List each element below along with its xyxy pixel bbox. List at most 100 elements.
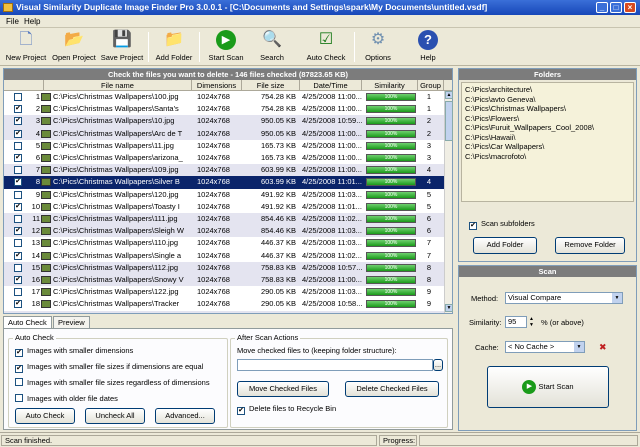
table-row[interactable]: ✔ 18 C:\Pics\Christmas Wallpapers\Tracker 1… — [4, 298, 444, 310]
checkbox[interactable]: ✔ — [469, 222, 477, 230]
row-checkbox[interactable] — [14, 166, 22, 175]
table-row[interactable]: 9 C:\Pics\Christmas Wallpapers\120.jpg 102… — [4, 189, 444, 201]
table-row[interactable]: 5 C:\Pics\Christmas Wallpapers\11.jpg 1024… — [4, 140, 444, 152]
checkbox[interactable]: ✔ — [15, 349, 23, 357]
row-checkbox[interactable] — [14, 215, 22, 223]
column-date-time[interactable]: Date/Time — [300, 80, 362, 91]
row-checkbox[interactable]: ✔ — [14, 276, 22, 284]
row-checkbox[interactable]: ✔ — [14, 300, 22, 309]
folder-item[interactable]: C:\Pics\Hawaii\ — [465, 133, 515, 142]
cache-dropdown[interactable]: < No Cache > ▼ — [505, 341, 585, 353]
tab-preview[interactable]: Preview — [53, 316, 90, 328]
row-checkbox[interactable]: ✔ — [14, 105, 22, 114]
column-dimensions[interactable]: Dimensions — [192, 80, 242, 91]
folder-item[interactable]: C:\Pics\avto Geneva\ — [465, 95, 535, 104]
option-smaller-size-equal-dims[interactable]: ✔ Images with smaller file sizes if dimen… — [15, 362, 203, 373]
column-group[interactable]: Group — [418, 80, 444, 91]
column-file-size[interactable]: File size — [242, 80, 300, 91]
list-scrollbar[interactable]: ▲ ▼ — [444, 91, 453, 313]
advanced-button[interactable]: Advanced... — [155, 408, 215, 424]
row-checkbox[interactable]: ✔ — [14, 117, 22, 126]
table-row[interactable]: ✔ 4 C:\Pics\Christmas Wallpapers\Arc de T 1… — [4, 127, 444, 140]
add-folder-panel-button[interactable]: Add Folder — [473, 237, 537, 254]
start-scan-button[interactable]: ▶ Start Scan — [204, 29, 248, 65]
row-checkbox[interactable]: ✔ — [14, 154, 22, 162]
table-row[interactable]: 15 C:\Pics\Christmas Wallpapers\112.jpg 10… — [4, 261, 444, 274]
table-row[interactable]: ✔ 6 C:\Pics\Christmas Wallpapers\arizona_ 1… — [4, 152, 444, 164]
table-row[interactable]: 19 C:\Pics\Christmas Wallpapers\113.jpg 10… — [4, 310, 444, 313]
method-dropdown[interactable]: Visual Compare ▼ — [505, 292, 623, 304]
column-checkbox[interactable] — [4, 80, 44, 91]
table-row[interactable]: 11 C:\Pics\Christmas Wallpapers\111.jpg 10… — [4, 213, 444, 226]
table-row[interactable]: ✔ 14 C:\Pics\Christmas Wallpapers\Single a… — [4, 250, 444, 262]
save-project-button[interactable]: 💾 Save Project — [99, 29, 145, 65]
scan-subfolders-option[interactable]: ✔ Scan subfolders — [469, 219, 535, 230]
row-checkbox[interactable]: ✔ — [14, 251, 22, 260]
row-checkbox[interactable]: ✔ — [14, 178, 22, 187]
search-button[interactable]: 🔍 Search — [254, 29, 290, 65]
date-cell: 4/25/2008 11:02... — [302, 250, 362, 260]
table-row[interactable]: ✔ 2 C:\Pics\Christmas Wallpapers\Santa's 10… — [4, 103, 444, 115]
table-row[interactable]: 17 C:\Pics\Christmas Wallpapers\122.jpg 10… — [4, 286, 444, 298]
folder-item[interactable]: C:\Pics\macrofoto\ — [465, 152, 526, 161]
delete-checked-files-button[interactable]: Delete Checked Files — [345, 381, 439, 397]
uncheck-all-button[interactable]: Uncheck All — [85, 408, 145, 424]
move-checked-files-button[interactable]: Move Checked Files — [237, 381, 329, 397]
row-checkbox[interactable] — [14, 263, 22, 272]
table-row[interactable]: ✔ 12 C:\Pics\Christmas Wallpapers\Sleigh W… — [4, 225, 444, 238]
scroll-up-arrow[interactable]: ▲ — [445, 91, 453, 99]
table-row[interactable]: 1 C:\Pics\Christmas Wallpapers\100.jpg 102… — [4, 91, 444, 103]
table-row[interactable]: ✔ 8 C:\Pics\Christmas Wallpapers\Silver B 1… — [4, 176, 444, 189]
table-row[interactable]: 7 C:\Pics\Christmas Wallpapers\109.jpg 102… — [4, 164, 444, 177]
option-older-dates[interactable]: Images with older file dates — [15, 394, 118, 404]
maximize-button[interactable]: □ — [610, 2, 622, 13]
row-checkbox[interactable]: ✔ — [14, 129, 22, 138]
move-destination-field[interactable] — [237, 359, 433, 371]
folder-list[interactable]: C:\Pics\architecture\ C:\Pics\avto Geneva… — [461, 82, 634, 202]
close-button[interactable]: × — [624, 2, 636, 13]
menu-help[interactable]: Help — [21, 16, 43, 27]
add-folder-button[interactable]: 📁 Add Folder — [152, 29, 196, 65]
column-similarity[interactable]: Similarity — [362, 80, 418, 91]
auto-check-run-button[interactable]: Auto Check — [15, 408, 75, 424]
checkbox[interactable]: ✔ — [237, 407, 245, 415]
row-checkbox[interactable] — [14, 239, 22, 248]
browse-button[interactable]: ... — [433, 359, 443, 371]
recycle-bin-option[interactable]: ✔ Delete files to Recycle Bin — [237, 404, 336, 415]
minimize-button[interactable]: _ — [596, 2, 608, 13]
row-checkbox[interactable] — [14, 288, 22, 297]
folder-item[interactable]: C:\Pics\architecture\ — [465, 85, 532, 94]
auto-check-button[interactable]: ☑ Auto Check — [303, 29, 349, 65]
folder-item[interactable]: C:\Pics\Furuit_Wallpapers_Cool_2008\ — [465, 123, 594, 132]
table-row[interactable]: ✔ 3 C:\Pics\Christmas Wallpapers\10.jpg 102… — [4, 115, 444, 128]
scroll-thumb[interactable] — [445, 101, 453, 141]
clear-cache-icon[interactable]: ✖ — [599, 342, 607, 352]
option-smaller-size-any-dims[interactable]: Images with smaller file sizes regardles… — [15, 378, 210, 388]
row-checkbox[interactable]: ✔ — [14, 202, 22, 211]
checkbox[interactable]: ✔ — [15, 365, 23, 373]
option-smaller-dimensions[interactable]: ✔ Images with smaller dimensions — [15, 346, 133, 357]
similarity-stepper[interactable]: 95 — [505, 316, 527, 328]
scroll-down-arrow[interactable]: ▼ — [445, 304, 453, 312]
table-row[interactable]: ✔ 16 C:\Pics\Christmas Wallpapers\Snowy V 1… — [4, 274, 444, 287]
remove-folder-button[interactable]: Remove Folder — [555, 237, 625, 254]
checkbox[interactable] — [15, 394, 23, 402]
checkbox[interactable] — [15, 378, 23, 386]
new-project-button[interactable]: 🗋 New Project — [3, 29, 49, 65]
folder-item[interactable]: C:\Pics\Flowers\ — [465, 114, 519, 123]
start-scan-panel-button[interactable]: ▶ Start Scan — [487, 366, 609, 408]
help-button[interactable]: ? Help — [410, 29, 446, 65]
spinner-arrows-icon[interactable]: ▲ ▼ — [529, 316, 534, 328]
table-row[interactable]: 13 C:\Pics\Christmas Wallpapers\110.jpg 10… — [4, 237, 444, 249]
row-checkbox[interactable] — [14, 141, 22, 150]
options-button[interactable]: ⚙ Options — [360, 29, 396, 65]
row-checkbox[interactable]: ✔ — [14, 227, 22, 236]
column-file-name[interactable]: File name — [44, 80, 192, 91]
open-project-button[interactable]: 📂 Open Project — [50, 29, 98, 65]
row-checkbox[interactable] — [14, 190, 22, 199]
table-row[interactable]: ✔ 10 C:\Pics\Christmas Wallpapers\Toasty I… — [4, 201, 444, 213]
folder-item[interactable]: C:\Pics\Christmas Wallpapers\ — [465, 104, 566, 113]
folder-item[interactable]: C:\Pics\Car Wallpapers\ — [465, 142, 544, 151]
row-checkbox[interactable] — [14, 93, 22, 101]
menu-file[interactable]: File — [3, 16, 22, 27]
